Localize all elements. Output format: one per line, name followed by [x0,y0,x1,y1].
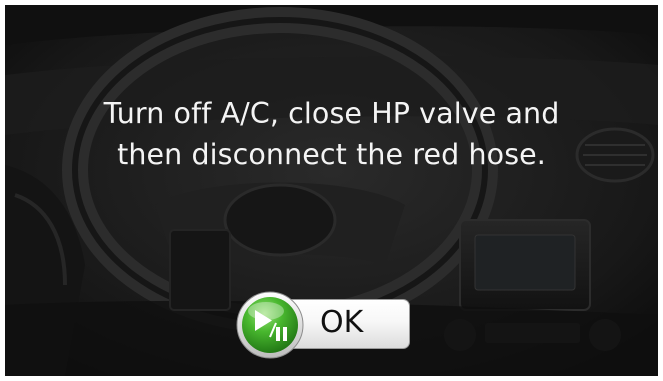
ok-button[interactable]: OK [236,291,412,359]
instruction-line-2: then disconnect the red hose. [117,138,546,171]
instruction-message: Turn off A/C, close HP valve and then di… [5,93,658,175]
instruction-screen: Turn off A/C, close HP valve and then di… [5,5,658,376]
instruction-line-1: Turn off A/C, close HP valve and [103,97,560,130]
ok-button-label: OK [320,305,364,340]
play-pause-icon [236,291,304,359]
